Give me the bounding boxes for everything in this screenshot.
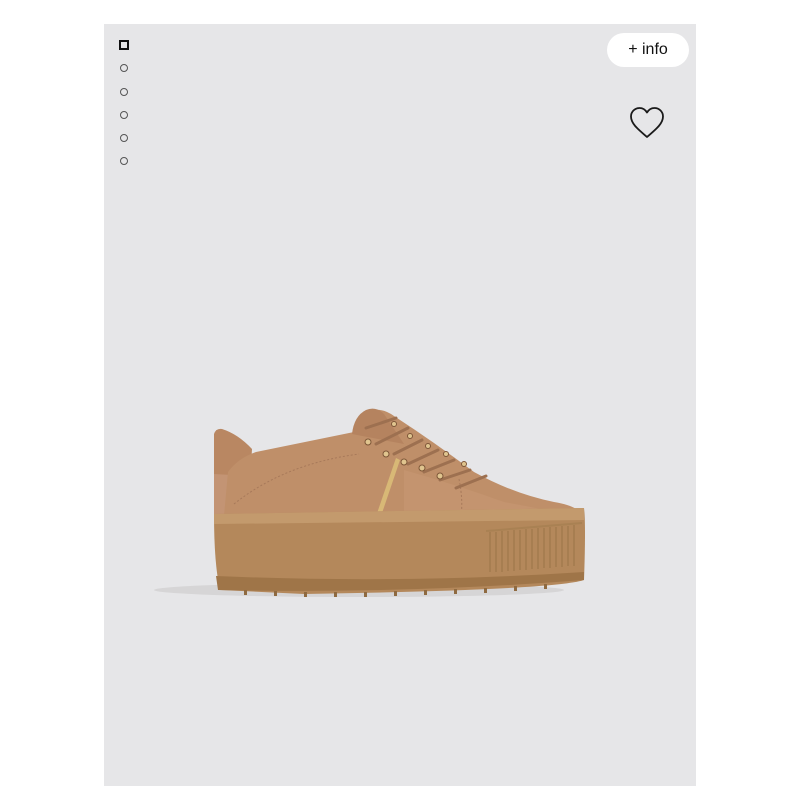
pager-circle-icon [120, 134, 128, 143]
heart-outline-icon [630, 107, 664, 138]
pager-circle-icon [120, 87, 128, 96]
product-photo[interactable] [104, 24, 696, 786]
toe-ribbing [489, 525, 575, 572]
pager-dot-3[interactable] [118, 86, 130, 98]
pager-dot-2[interactable] [118, 62, 130, 74]
image-pager [118, 39, 130, 179]
pager-dot-1[interactable] [118, 39, 130, 51]
pager-dot-5[interactable] [118, 132, 130, 144]
pager-active-square-icon [119, 40, 129, 50]
pager-dot-4[interactable] [118, 109, 130, 121]
pager-circle-icon [120, 64, 128, 73]
more-info-button[interactable]: + info [607, 33, 689, 67]
favorite-button[interactable] [629, 106, 665, 140]
pager-dot-6[interactable] [118, 155, 130, 167]
product-image-viewer: + info [104, 24, 696, 786]
pager-circle-icon [120, 157, 128, 166]
pager-circle-icon [120, 110, 128, 119]
